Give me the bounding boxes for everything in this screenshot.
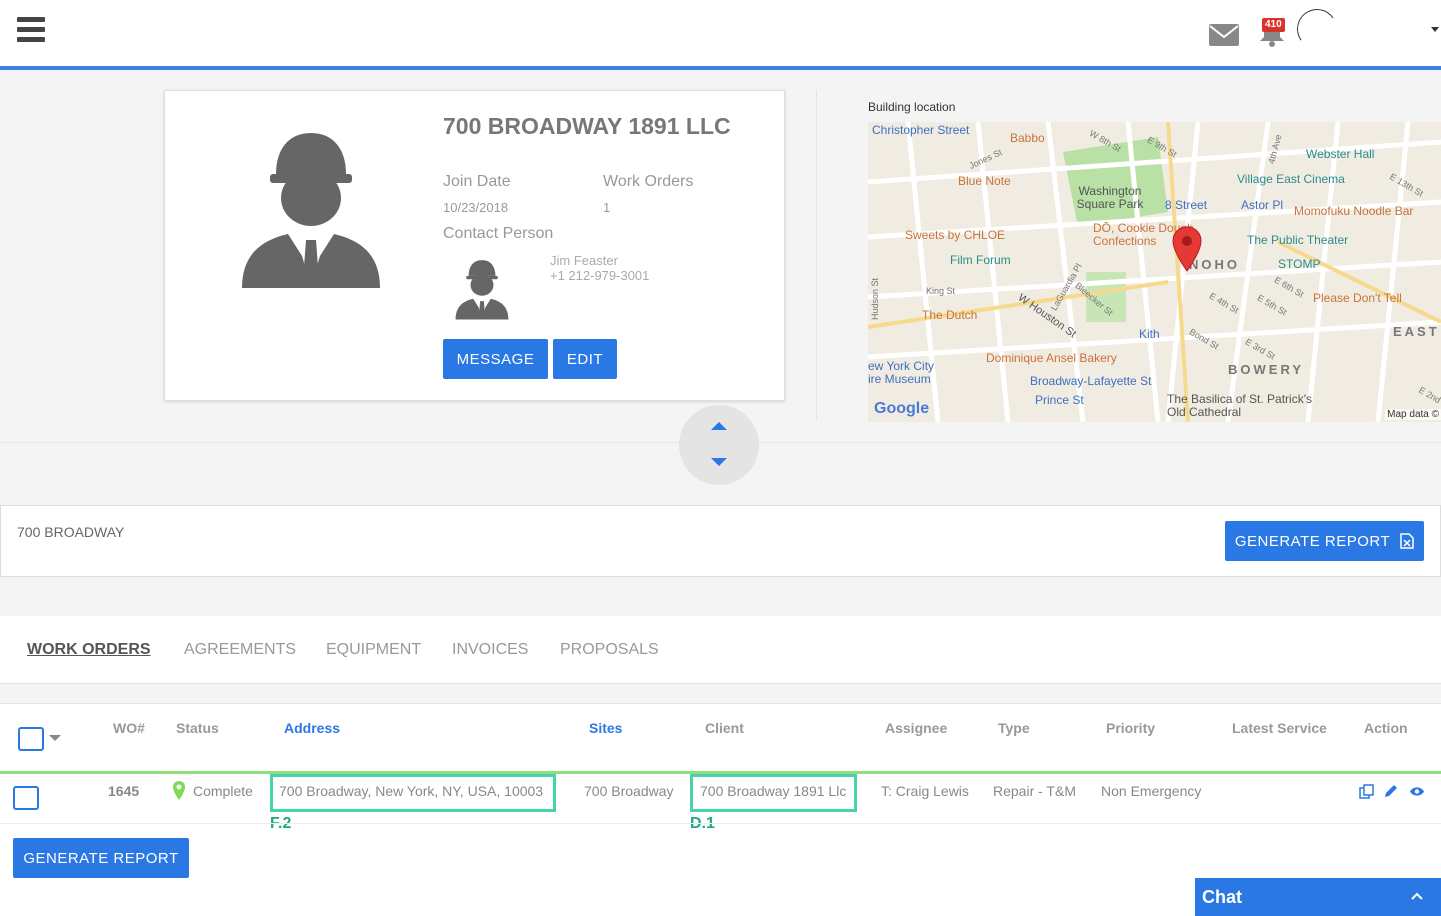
- site-value[interactable]: 700 Broadway: [584, 783, 674, 799]
- worker-avatar-icon: [242, 133, 380, 288]
- map-data-credit[interactable]: Map data ©: [1385, 409, 1441, 420]
- map-label-please-dont-tell: Please Don't Tell: [1313, 291, 1402, 305]
- chevron-down-icon: [711, 458, 727, 466]
- excel-file-icon: [1400, 533, 1414, 549]
- map-label-village-east: Village East Cinema: [1237, 172, 1345, 186]
- message-button[interactable]: MESSAGE: [443, 339, 548, 379]
- map-label-king: King St: [926, 286, 956, 296]
- map-pin-icon[interactable]: [1172, 226, 1202, 272]
- tab-equipment[interactable]: EQUIPMENT: [326, 641, 421, 659]
- type-value: Repair - T&M: [993, 783, 1076, 799]
- select-all-checkbox[interactable]: [18, 727, 44, 751]
- column-header-assignee[interactable]: Assignee: [885, 720, 947, 736]
- work-orders-label: Work Orders: [603, 173, 694, 190]
- loading-spinner-icon: [1293, 5, 1341, 53]
- map-label-public-theater: The Public Theater: [1247, 233, 1349, 247]
- map-label-basilica: The Basilica of St. Patrick's Old Cathed…: [1167, 392, 1313, 419]
- map-label-film-forum: Film Forum: [950, 253, 1011, 267]
- map-label-momofuku: Momofuku Noodle Bar: [1294, 204, 1414, 218]
- address-value[interactable]: 700 Broadway, New York, NY, USA, 10003: [279, 783, 543, 799]
- column-header-wo[interactable]: WO#: [113, 720, 145, 736]
- join-date-label: Join Date: [443, 173, 511, 190]
- map-label-bowery: BOWERY: [1228, 362, 1305, 377]
- work-orders-count: 1: [603, 200, 611, 215]
- generate-report-button-bottom[interactable]: GENERATE REPORT: [13, 838, 189, 878]
- map-label-dominique: Dominique Ansel Bakery: [986, 351, 1117, 365]
- map-label-east: EAST: [1393, 324, 1440, 339]
- column-header-sites[interactable]: Sites: [589, 720, 622, 736]
- contact-avatar-icon: [455, 260, 509, 320]
- column-header-client[interactable]: Client: [705, 720, 744, 736]
- row-divider: [0, 823, 1441, 824]
- assignee-value: T: Craig Lewis: [881, 783, 969, 799]
- column-header-type[interactable]: Type: [998, 720, 1030, 736]
- map-label-prince: Prince St: [1035, 393, 1084, 407]
- topbar-accent-line: [0, 66, 1441, 70]
- google-logo: Google: [874, 400, 930, 417]
- location-pin-icon: [173, 781, 185, 800]
- user-menu-caret-icon[interactable]: [1431, 27, 1439, 32]
- contact-person-label: Contact Person: [443, 225, 554, 242]
- contact-name: Jim Feaster: [550, 253, 618, 268]
- expand-collapse-toggle[interactable]: [679, 405, 759, 485]
- column-header-latest-service[interactable]: Latest Service: [1232, 720, 1327, 736]
- site-name: 700 BROADWAY: [17, 524, 125, 540]
- top-bar: 410: [0, 0, 1441, 66]
- map-label-broadway-lafayette: Broadway-Lafayette St: [1030, 374, 1152, 388]
- wo-number[interactable]: 1645: [108, 783, 139, 799]
- mail-icon[interactable]: [1209, 24, 1239, 46]
- contact-phone[interactable]: +1 212-979-3001: [550, 268, 649, 283]
- map-label-astor: Astor Pl: [1241, 198, 1284, 212]
- tab-proposals[interactable]: PROPOSALS: [560, 641, 659, 659]
- map-label-bluenote: Blue Note: [958, 174, 1011, 188]
- row-checkbox[interactable]: [13, 786, 39, 810]
- edit-button[interactable]: EDIT: [553, 339, 617, 379]
- tab-invoices[interactable]: INVOICES: [452, 641, 528, 659]
- edit-pencil-icon[interactable]: [1383, 784, 1398, 799]
- address-highlight-tag: F.2: [270, 815, 292, 832]
- priority-value: Non Emergency: [1101, 783, 1202, 799]
- status-value: Complete: [193, 783, 253, 799]
- map-label-nyc-museum: ew York City ire Museum: [868, 359, 935, 386]
- map-label-babbo: Babbo: [1010, 131, 1045, 145]
- column-header-priority[interactable]: Priority: [1106, 720, 1155, 736]
- column-header-address[interactable]: Address: [284, 720, 340, 736]
- view-eye-icon[interactable]: [1409, 786, 1425, 797]
- tab-work-orders[interactable]: WORK ORDERS: [27, 641, 151, 659]
- column-header-action: Action: [1364, 720, 1408, 736]
- join-date-value: 10/23/2018: [443, 200, 509, 215]
- column-header-status[interactable]: Status: [176, 720, 219, 736]
- tab-agreements[interactable]: AGREEMENTS: [184, 641, 296, 659]
- chevron-up-icon: [711, 422, 727, 430]
- generate-report-button-top[interactable]: GENERATE REPORT: [1225, 521, 1424, 561]
- map-label-washington: Washington Square Park: [1076, 184, 1144, 211]
- map-label-christopher: Christopher Street: [872, 123, 970, 137]
- map-label-kith: Kith: [1139, 327, 1160, 341]
- copy-icon[interactable]: [1359, 784, 1374, 799]
- map-label-8-street: 8 Street: [1165, 198, 1208, 212]
- map-label-sweets: Sweets by CHLOE: [905, 228, 1006, 242]
- client-value[interactable]: 700 Broadway 1891 Llc: [700, 783, 846, 799]
- map-label-the-dutch: The Dutch: [922, 308, 978, 322]
- map-label-webster: Webster Hall: [1306, 147, 1375, 161]
- building-location-map[interactable]: Christopher Street Babbo W 8th St E 9th …: [868, 122, 1441, 422]
- map-label-hudson: Hudson St: [870, 277, 881, 321]
- notification-badge: 410: [1262, 18, 1285, 32]
- chevron-up-icon: [1411, 892, 1423, 900]
- vertical-divider: [816, 90, 817, 420]
- company-name: 700 BROADWAY 1891 LLC: [443, 113, 731, 139]
- map-label-stomp: STOMP: [1278, 257, 1321, 271]
- hamburger-menu-icon[interactable]: [17, 17, 45, 45]
- select-options-caret-icon[interactable]: [49, 735, 61, 741]
- client-highlight-tag: D.1: [690, 815, 715, 832]
- site-bar: 700 BROADWAY GENERATE REPORT: [0, 505, 1441, 577]
- tabs-panel: WORK ORDERS AGREEMENTS EQUIPMENT INVOICE…: [0, 616, 1441, 684]
- map-title: Building location: [868, 100, 956, 114]
- map-streets: [868, 122, 1441, 422]
- generate-report-label: GENERATE REPORT: [1234, 532, 1391, 550]
- chat-label: Chat: [1202, 887, 1242, 907]
- contact-info: Jim Feaster +1 212-979-3001: [550, 253, 649, 283]
- chat-widget[interactable]: Chat: [1195, 878, 1441, 916]
